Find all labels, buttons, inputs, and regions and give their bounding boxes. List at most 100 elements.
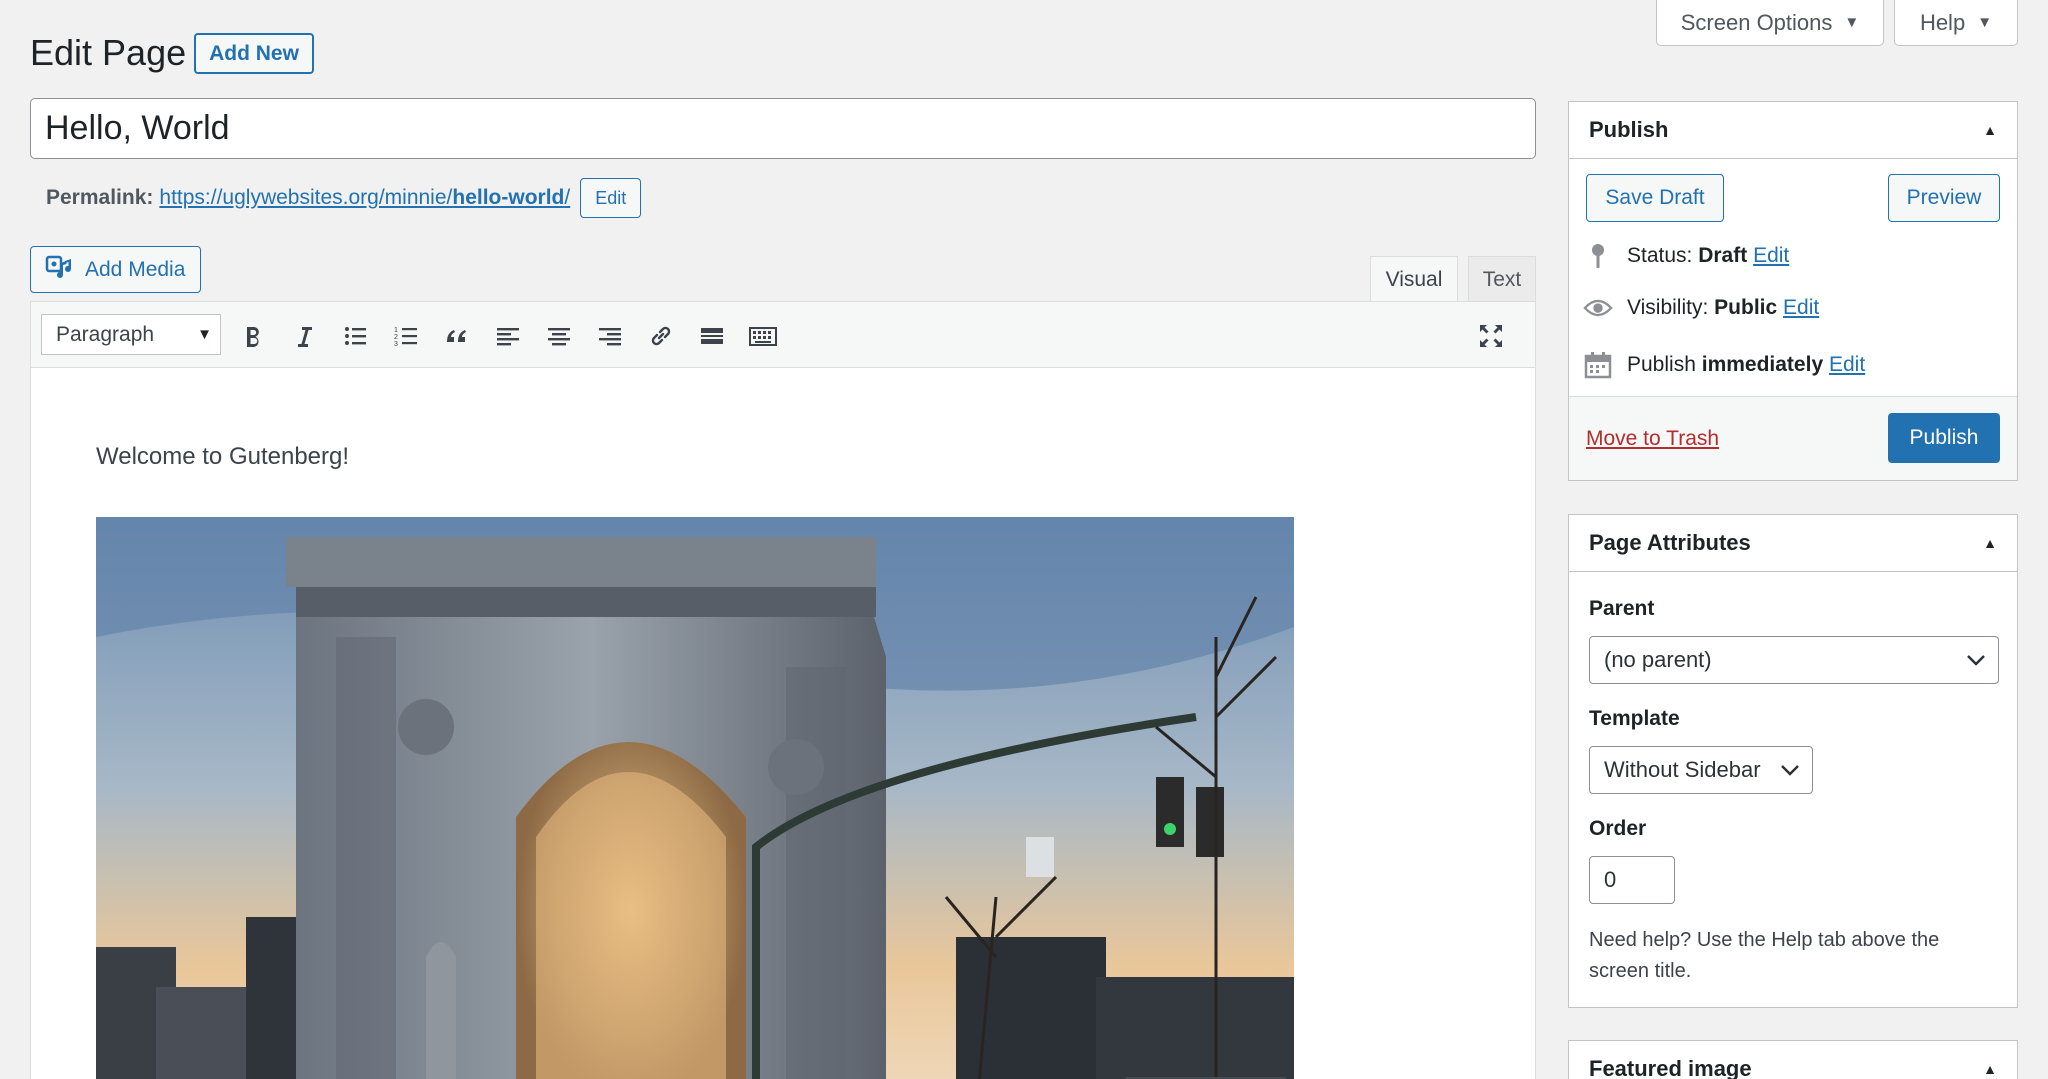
- collapse-arrow-icon[interactable]: ▲: [1983, 1061, 1997, 1077]
- align-center-button[interactable]: [539, 316, 579, 356]
- align-left-icon: [497, 328, 519, 346]
- eye-icon: [1583, 297, 1613, 319]
- chevron-down-icon: [1967, 655, 1985, 666]
- keyboard-icon: [749, 327, 777, 346]
- add-media-label: Add Media: [85, 257, 186, 281]
- svg-text:2: 2: [394, 334, 398, 341]
- caret-down-icon: ▼: [1844, 14, 1860, 31]
- arch-photo: [96, 517, 1294, 1079]
- schedule-text: Publish immediately Edit: [1627, 353, 1865, 377]
- read-more-button[interactable]: [692, 316, 732, 356]
- permalink-base: https://uglywebsites.org/minnie/: [159, 186, 453, 209]
- permalink-edit-button[interactable]: Edit: [580, 178, 642, 218]
- editor: Paragraph ▼ 123 Welcome to Gutenberg!: [30, 301, 1536, 1079]
- featured-image-box: Featured image ▲: [1568, 1040, 2018, 1079]
- page-attributes-box: Page Attributes ▲ Parent (no parent) Tem…: [1568, 514, 2018, 1008]
- page-title: Edit Page: [30, 32, 187, 73]
- post-title-input[interactable]: Hello, World: [30, 98, 1536, 159]
- schedule-edit-link[interactable]: Edit: [1829, 353, 1865, 376]
- format-select-value: Paragraph: [56, 322, 155, 346]
- schedule-label: Publish: [1627, 353, 1696, 376]
- template-label: Template: [1589, 707, 1680, 730]
- visibility-edit-link[interactable]: Edit: [1783, 296, 1819, 319]
- align-right-button[interactable]: [590, 316, 630, 356]
- publish-box-title: Publish: [1589, 117, 1669, 142]
- fullscreen-icon: [1480, 325, 1502, 347]
- tab-visual[interactable]: Visual: [1370, 256, 1458, 303]
- visibility-text: Visibility: Public Edit: [1627, 296, 1819, 320]
- featured-image-header[interactable]: Featured image ▲: [1569, 1041, 2017, 1079]
- permalink-slug: hello-world: [452, 186, 565, 209]
- publish-button[interactable]: Publish: [1888, 413, 2000, 463]
- page-attributes-title: Page Attributes: [1589, 530, 1751, 555]
- featured-image-title: Featured image: [1589, 1056, 1752, 1079]
- chevron-down-icon: [1781, 765, 1799, 776]
- format-select[interactable]: Paragraph ▼: [41, 314, 221, 355]
- preview-button[interactable]: Preview: [1888, 174, 2000, 222]
- content-paragraph: Welcome to Gutenberg!: [96, 443, 350, 470]
- help-tab[interactable]: Help ▼: [1894, 0, 2018, 46]
- align-right-icon: [599, 328, 621, 346]
- link-icon: [651, 326, 671, 346]
- italic-button[interactable]: [284, 316, 324, 356]
- content-image[interactable]: [96, 517, 1294, 1079]
- screen-options-tab[interactable]: Screen Options ▼: [1656, 0, 1884, 46]
- page-attributes-header[interactable]: Page Attributes ▲: [1569, 515, 2017, 572]
- visibility-row: Visibility: Public Edit: [1583, 296, 1819, 320]
- add-new-button[interactable]: Add New: [194, 33, 314, 74]
- order-input[interactable]: 0: [1589, 856, 1675, 904]
- blockquote-button[interactable]: [437, 316, 477, 356]
- collapse-arrow-icon[interactable]: ▲: [1983, 535, 1997, 551]
- read-more-icon: [701, 328, 723, 344]
- quote-icon: [447, 330, 466, 342]
- publish-box-header[interactable]: Publish ▲: [1569, 102, 2017, 159]
- calendar-icon: [1583, 351, 1613, 379]
- parent-select[interactable]: (no parent): [1589, 636, 1999, 684]
- parent-select-value: (no parent): [1604, 647, 1712, 672]
- numbered-list-button[interactable]: 123: [386, 316, 426, 356]
- status-value: Draft: [1698, 244, 1748, 267]
- svg-text:1: 1: [394, 327, 398, 334]
- numbered-list-icon: 123: [394, 327, 417, 348]
- permalink-trailing: /: [564, 186, 571, 209]
- add-media-button[interactable]: Add Media: [30, 246, 201, 293]
- status-text: Status: Draft Edit: [1627, 244, 1789, 268]
- order-label: Order: [1589, 817, 1647, 840]
- schedule-value: immediately: [1701, 353, 1824, 376]
- toolbar-toggle-button[interactable]: [743, 316, 783, 356]
- align-left-button[interactable]: [488, 316, 528, 356]
- status-edit-link[interactable]: Edit: [1753, 244, 1789, 267]
- bold-button[interactable]: [233, 316, 273, 356]
- visibility-label: Visibility:: [1627, 296, 1709, 319]
- publish-footer: Move to Trash Publish: [1569, 396, 2017, 480]
- bold-icon: [247, 327, 259, 347]
- tab-text[interactable]: Text: [1468, 256, 1536, 302]
- fullscreen-button[interactable]: [1471, 316, 1511, 356]
- parent-label: Parent: [1589, 597, 1655, 620]
- template-select-value: Without Sidebar: [1604, 757, 1761, 782]
- bullet-list-button[interactable]: [335, 316, 375, 356]
- screen-options-label: Screen Options: [1680, 9, 1833, 35]
- editor-content[interactable]: Welcome to Gutenberg!: [31, 369, 1535, 1079]
- help-label: Help: [1919, 9, 1966, 35]
- svg-text:3: 3: [394, 341, 398, 348]
- permalink-link[interactable]: https://uglywebsites.org/minnie/hello-wo…: [159, 186, 570, 210]
- status-label: Status:: [1627, 244, 1693, 267]
- media-icon: [45, 253, 73, 287]
- caret-down-icon: ▼: [1977, 14, 1993, 31]
- insert-link-button[interactable]: [641, 316, 681, 356]
- schedule-row: Publish immediately Edit: [1583, 351, 1865, 379]
- align-center-icon: [548, 328, 570, 346]
- template-select[interactable]: Without Sidebar: [1589, 746, 1813, 794]
- permalink-label: Permalink:: [46, 186, 154, 209]
- move-to-trash-link[interactable]: Move to Trash: [1586, 427, 1719, 451]
- permalink-row: Permalink: https://uglywebsites.org/minn…: [46, 178, 642, 218]
- visibility-value: Public: [1714, 296, 1778, 319]
- caret-down-icon: ▼: [197, 326, 212, 343]
- collapse-arrow-icon[interactable]: ▲: [1983, 122, 1997, 138]
- editor-toolbar: Paragraph ▼ 123: [31, 302, 1535, 368]
- attributes-help-text: Need help? Use the Help tab above the sc…: [1589, 929, 1940, 982]
- italic-icon: [298, 327, 312, 347]
- save-draft-button[interactable]: Save Draft: [1586, 174, 1724, 222]
- pin-icon: [1583, 242, 1613, 270]
